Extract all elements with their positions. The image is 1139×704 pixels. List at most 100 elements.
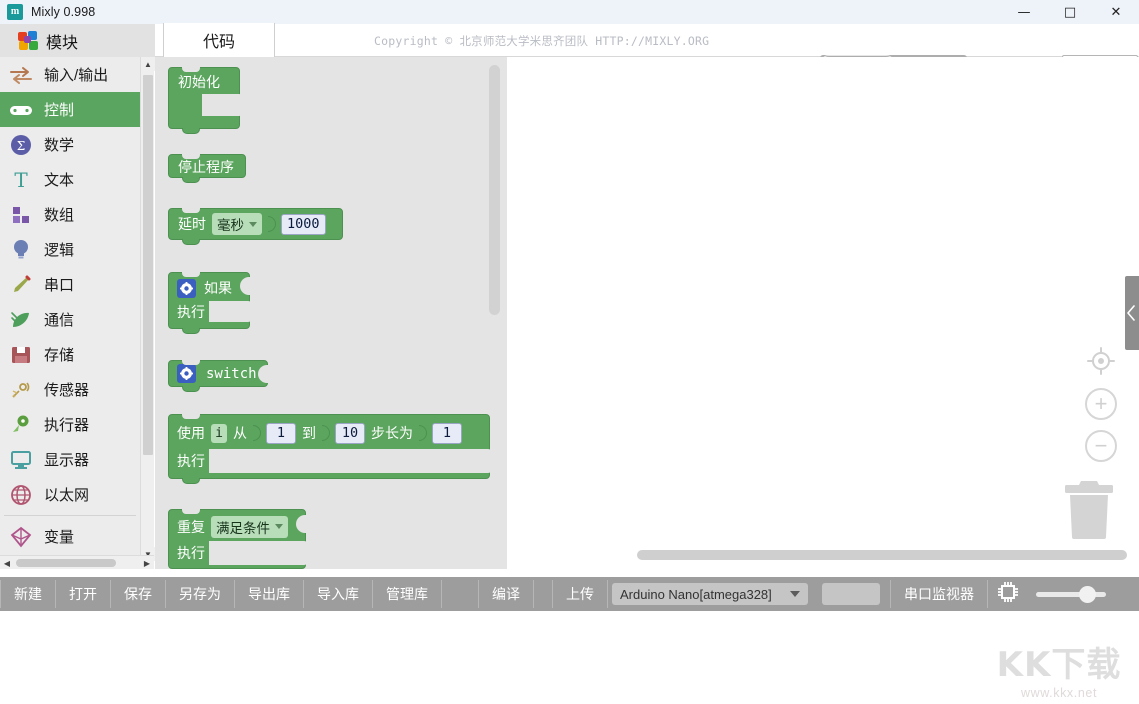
save-button[interactable]: 保存 <box>111 577 165 611</box>
block-stop-program[interactable]: 停止程序 <box>168 154 246 178</box>
block-setup[interactable]: 初始化 <box>168 67 240 129</box>
open-button[interactable]: 打开 <box>56 577 110 611</box>
sidebar-item-ethernet[interactable]: 以太网 <box>0 477 140 512</box>
sidebar-item-label: 串口 <box>44 274 74 295</box>
import-library-button[interactable]: 导入库 <box>304 577 372 611</box>
sidebar-item-actuator[interactable]: 执行器 <box>0 407 140 442</box>
sidebar-item-array[interactable]: 数组 <box>0 197 140 232</box>
sidebar-horizontal-scrollbar[interactable]: ◀ ▶ <box>0 555 154 569</box>
panel-collapse-handle[interactable] <box>1125 276 1139 350</box>
minimize-button[interactable]: — <box>1001 0 1047 24</box>
tab-code[interactable]: 代码 <box>163 23 275 58</box>
puzzle-icon <box>18 31 40 51</box>
slider-knob[interactable] <box>1079 586 1096 603</box>
zoom-reset-icon <box>1085 345 1117 377</box>
sidebar-scroll-thumb[interactable] <box>143 75 153 455</box>
block-notch <box>182 360 200 365</box>
sidebar-item-io[interactable]: 输入/输出 <box>0 57 140 92</box>
board-select-value: Arduino Nano[atmega328] <box>620 587 772 602</box>
export-library-button[interactable]: 导出库 <box>235 577 303 611</box>
block-do-label: 执行 <box>177 302 205 322</box>
block-notch-bottom <box>182 386 200 392</box>
text-t-icon: T <box>8 168 34 192</box>
zoom-in-icon: + <box>1085 388 1117 420</box>
block-while-loop[interactable]: 重复 满足条件 执行 <box>168 509 306 569</box>
port-select[interactable] <box>822 583 880 605</box>
block-if[interactable]: 如果 执行 <box>168 272 250 329</box>
chevron-down-icon <box>790 591 800 597</box>
mutator-gear-icon[interactable] <box>177 364 196 383</box>
manage-library-button[interactable]: 管理库 <box>373 577 441 611</box>
workspace-horizontal-scrollbar[interactable] <box>637 550 1127 560</box>
board-select[interactable]: Arduino Nano[atmega328] <box>612 583 808 605</box>
sidebar-item-text[interactable]: T 文本 <box>0 162 140 197</box>
block-input-plug <box>322 425 330 441</box>
sidebar-item-sensor[interactable]: 传感器 <box>0 372 140 407</box>
zoom-reset-button[interactable] <box>1085 345 1117 377</box>
save-as-button[interactable]: 另存为 <box>166 577 234 611</box>
close-button[interactable]: ✕ <box>1093 0 1139 24</box>
toolbar-divider <box>533 580 534 608</box>
serial-monitor-button[interactable]: 串口监视器 <box>891 577 987 611</box>
category-sidebar[interactable]: 输入/输出 控制 Σ 数学 <box>0 57 140 561</box>
flyout-scroll-thumb[interactable] <box>489 65 500 315</box>
block-label: 初始化 <box>178 72 220 92</box>
block-input-plug <box>253 425 261 441</box>
scroll-right-icon[interactable]: ▶ <box>140 556 154 570</box>
for-variable-field[interactable]: i <box>211 424 227 443</box>
monitor-icon <box>8 448 34 472</box>
while-condition-dropdown[interactable]: 满足条件 <box>211 516 288 538</box>
block-label: switch <box>206 366 257 382</box>
sidebar-item-math[interactable]: Σ 数学 <box>0 127 140 162</box>
for-from-value[interactable]: 1 <box>266 423 296 444</box>
block-statement-slot[interactable] <box>209 301 252 322</box>
sidebar-hscroll-thumb[interactable] <box>16 559 116 567</box>
sidebar-item-label: 逻辑 <box>44 239 74 260</box>
zoom-slider[interactable] <box>1028 592 1114 597</box>
sidebar-item-variable[interactable]: 变量 <box>0 519 140 554</box>
chevron-down-icon <box>249 222 257 227</box>
block-statement-slot[interactable] <box>209 541 308 565</box>
scroll-up-icon[interactable]: ▲ <box>141 57 155 71</box>
compile-button[interactable]: 编译 <box>479 577 533 611</box>
zoom-in-button[interactable]: + <box>1085 388 1117 420</box>
block-flyout[interactable]: 初始化 停止程序 延时 毫秒 1000 <box>155 57 507 569</box>
scroll-left-icon[interactable]: ◀ <box>0 556 14 570</box>
block-for-loop[interactable]: 使用 i 从 1 到 10 步长为 1 执行 <box>168 414 490 479</box>
sidebar-item-logic[interactable]: 逻辑 <box>0 232 140 267</box>
delay-unit-dropdown[interactable]: 毫秒 <box>212 213 262 235</box>
for-from-label: 从 <box>233 423 247 443</box>
maximize-button[interactable]: □ <box>1047 0 1093 24</box>
delay-value-field[interactable]: 1000 <box>281 214 326 235</box>
new-button[interactable]: 新建 <box>1 577 55 611</box>
zoom-out-button[interactable]: − <box>1085 430 1117 462</box>
block-notch <box>182 154 200 159</box>
slider-track[interactable] <box>1036 592 1106 597</box>
sidebar-item-storage[interactable]: 存储 <box>0 337 140 372</box>
block-switch[interactable]: switch <box>168 360 268 387</box>
sidebar-item-control[interactable]: 控制 <box>0 92 140 127</box>
sidebar-item-serial[interactable]: 串口 <box>0 267 140 302</box>
chip-button[interactable] <box>988 580 1028 609</box>
trash-button[interactable] <box>1061 479 1117 541</box>
titlebar: m Mixly 0.998 — □ ✕ <box>0 0 1139 24</box>
sidebar-item-display[interactable]: 显示器 <box>0 442 140 477</box>
delay-unit-value: 毫秒 <box>217 214 244 234</box>
mutator-gear-icon[interactable] <box>177 279 196 298</box>
upload-button[interactable]: 上传 <box>553 577 607 611</box>
app-logo-text: m <box>11 7 19 17</box>
toolbar-divider <box>607 580 608 608</box>
tab-module[interactable]: 模块 <box>0 24 155 57</box>
sidebar-vertical-scrollbar[interactable]: ▲ ▼ <box>140 57 154 561</box>
block-delay[interactable]: 延时 毫秒 1000 <box>168 208 343 240</box>
gamepad-icon <box>8 98 34 122</box>
sidebar-item-label: 输入/输出 <box>44 64 108 85</box>
for-to-value[interactable]: 10 <box>335 423 365 444</box>
blockly-workspace[interactable]: + − <box>507 57 1139 569</box>
for-step-value[interactable]: 1 <box>432 423 462 444</box>
sidebar-item-communication[interactable]: 通信 <box>0 302 140 337</box>
block-notch <box>182 272 200 277</box>
block-statement-slot[interactable] <box>202 94 243 116</box>
block-statement-slot[interactable] <box>209 449 492 473</box>
block-value-socket[interactable] <box>258 365 268 383</box>
